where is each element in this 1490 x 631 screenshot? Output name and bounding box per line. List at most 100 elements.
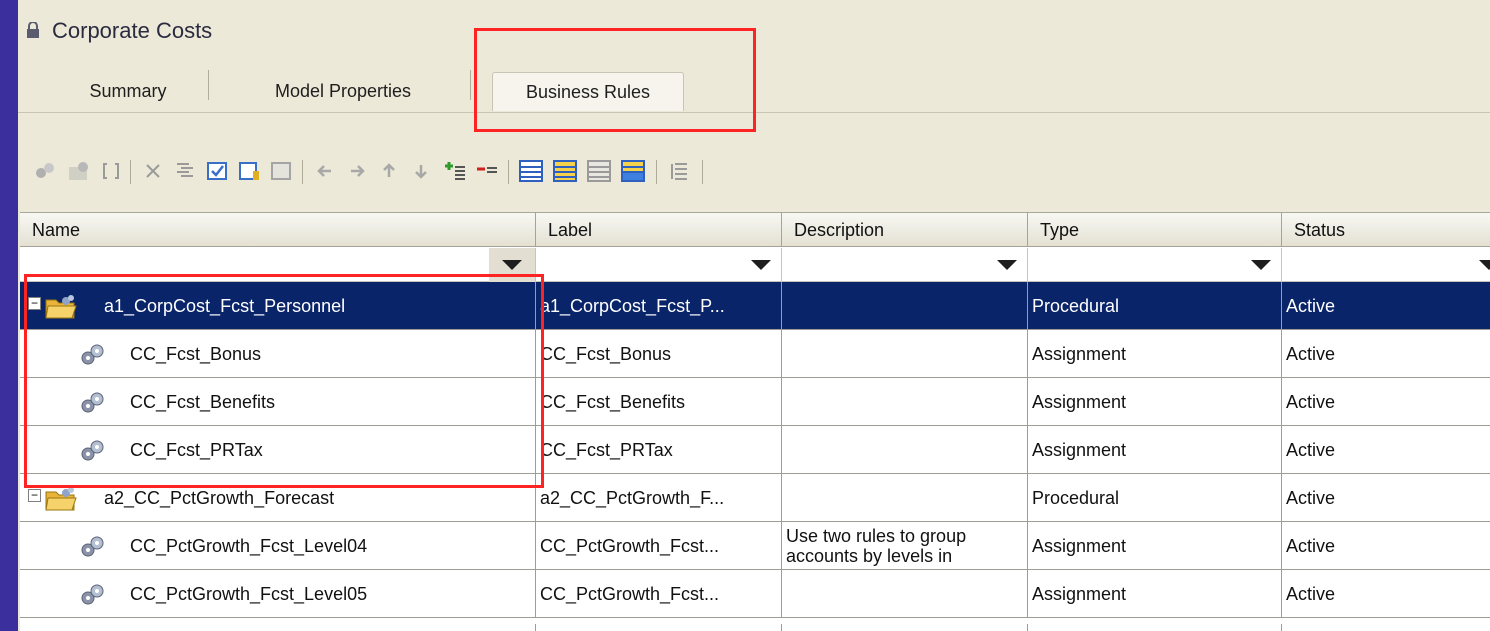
label-value: CC_PctGrowth_Fcst... (540, 584, 720, 604)
new-ruleset-icon[interactable] (66, 158, 92, 184)
filter-description[interactable] (782, 248, 1028, 282)
rule-icon (78, 435, 108, 463)
toolbar-separator (656, 160, 657, 184)
table-row[interactable] (20, 624, 1490, 631)
folder-icon (44, 291, 78, 319)
rule-icon (78, 579, 108, 607)
model-window: Corporate Costs Summary Model Properties… (18, 0, 1490, 631)
add-column-icon[interactable] (442, 158, 468, 184)
table-row[interactable]: CC_PctGrowth_Fcst_Level04 CC_PctGrowth_Fc… (20, 522, 1490, 570)
type-cell: Procedural (1028, 282, 1282, 330)
type-value: Procedural (1032, 488, 1120, 508)
collapse-toggle-icon[interactable]: − (28, 297, 41, 310)
type-cell: Assignment (1028, 570, 1282, 618)
filter-type[interactable] (1028, 248, 1282, 282)
description-value: Use two rules to group accounts by level… (786, 526, 967, 566)
label-value: a1_CorpCost_Fcst_P... (540, 296, 725, 316)
status-value: Active (1286, 584, 1336, 604)
filter-name[interactable] (20, 248, 536, 282)
title-bar: Corporate Costs (18, 0, 1490, 62)
name-cell: CC_PctGrowth_Fcst_Level05 (20, 570, 536, 618)
collapse-toggle-icon[interactable]: − (28, 489, 41, 502)
rule-name: CC_Fcst_Benefits (130, 392, 276, 412)
rule-set-name: a2_CC_PctGrowth_Forecast (104, 488, 335, 508)
table-row[interactable]: CC_Fcst_PRTax CC_Fcst_PRTax Assignment Acti… (20, 426, 1490, 474)
status-cell: Active (1282, 474, 1490, 522)
filter-label[interactable] (536, 248, 782, 282)
label-cell: a1_CorpCost_Fcst_P... (536, 282, 782, 330)
tab-summary[interactable]: Summary (48, 72, 208, 110)
description-cell (782, 570, 1028, 618)
chevron-down-icon[interactable] (751, 260, 771, 270)
view-highlight-icon[interactable] (552, 158, 578, 184)
chevron-down-icon[interactable] (1251, 260, 1271, 270)
name-cell: CC_PctGrowth_Fcst_Level04 (20, 522, 536, 570)
chevron-down-icon[interactable] (997, 260, 1017, 270)
rule-icon (78, 387, 108, 415)
type-value: Assignment (1032, 392, 1127, 412)
label-value: CC_PctGrowth_Fcst... (540, 536, 720, 556)
description-cell (782, 378, 1028, 426)
column-header-status[interactable]: Status (1282, 213, 1490, 247)
tree-group-row[interactable]: − a2_CC_PctGrowth_Forecast a2_CC_PctGrowth… (20, 474, 1490, 522)
status-cell: Active (1282, 426, 1490, 474)
label-cell (536, 624, 782, 631)
arrow-right-icon[interactable] (344, 158, 370, 184)
rule-name: CC_Fcst_Bonus (130, 344, 262, 364)
status-cell (1282, 624, 1490, 631)
delete-icon[interactable] (140, 158, 166, 184)
view-list-icon[interactable] (518, 158, 544, 184)
launch-icon[interactable] (268, 158, 294, 184)
type-cell (1028, 624, 1282, 631)
rule-name: CC_PctGrowth_Fcst_Level05 (130, 584, 368, 604)
arrow-up-icon[interactable] (376, 158, 402, 184)
properties-icon[interactable] (172, 158, 198, 184)
deploy-icon[interactable] (236, 158, 262, 184)
label-cell: CC_PctGrowth_Fcst... (536, 570, 782, 618)
tree-group-row[interactable]: − a1_CorpCost_Fcst_Personnel a1_CorpCost_F… (20, 282, 1490, 330)
arrow-down-icon[interactable] (408, 158, 434, 184)
label-value: CC_Fcst_Benefits (540, 392, 686, 412)
chevron-down-icon[interactable] (502, 260, 522, 270)
type-value: Assignment (1032, 440, 1127, 460)
folder-icon (44, 483, 78, 511)
rule-name: CC_PctGrowth_Fcst_Level04 (130, 536, 368, 556)
outline-icon[interactable] (666, 158, 692, 184)
brackets-icon[interactable] (98, 158, 124, 184)
type-cell: Assignment (1028, 522, 1282, 570)
status-value: Active (1286, 296, 1336, 316)
table-row[interactable]: CC_PctGrowth_Fcst_Level05 CC_PctGrowth_Fc… (20, 570, 1490, 618)
rule-set-name: a1_CorpCost_Fcst_Personnel (104, 296, 346, 316)
view-plain-icon[interactable] (586, 158, 612, 184)
table-row[interactable]: CC_Fcst_Benefits CC_Fcst_Benefits Assignme… (20, 378, 1490, 426)
type-cell: Assignment (1028, 330, 1282, 378)
remove-column-icon[interactable] (474, 158, 500, 184)
lock-icon (27, 22, 39, 38)
name-cell: CC_Fcst_Bonus (20, 330, 536, 378)
type-value: Assignment (1032, 344, 1127, 364)
table-row[interactable]: CC_Fcst_Bonus CC_Fcst_Bonus Assignment Acti… (20, 330, 1490, 378)
validate-icon[interactable] (204, 158, 230, 184)
status-cell: Active (1282, 570, 1490, 618)
tab-business-rules[interactable]: Business Rules (492, 72, 684, 111)
column-header-type[interactable]: Type (1028, 213, 1282, 247)
chevron-down-icon[interactable] (1479, 260, 1490, 270)
column-header-name[interactable]: Name (20, 213, 536, 247)
tab-bar: Summary Model Properties Business Rules (18, 62, 1490, 113)
name-cell: CC_Fcst_PRTax (20, 426, 536, 474)
tab-model-properties[interactable]: Model Properties (218, 72, 468, 110)
arrow-left-icon[interactable] (312, 158, 338, 184)
toolbar-separator (130, 160, 131, 184)
status-value: Active (1286, 392, 1336, 412)
description-cell (782, 330, 1028, 378)
rule-name: CC_Fcst_PRTax (130, 440, 263, 460)
status-value: Active (1286, 536, 1336, 556)
view-color-icon[interactable] (620, 158, 646, 184)
rule-icon (78, 339, 108, 367)
column-header-label[interactable]: Label (536, 213, 782, 247)
column-header-description[interactable]: Description (782, 213, 1028, 247)
filter-status[interactable] (1282, 248, 1490, 282)
description-cell (782, 282, 1028, 330)
new-rule-icon[interactable] (32, 158, 58, 184)
name-cell (20, 624, 536, 631)
